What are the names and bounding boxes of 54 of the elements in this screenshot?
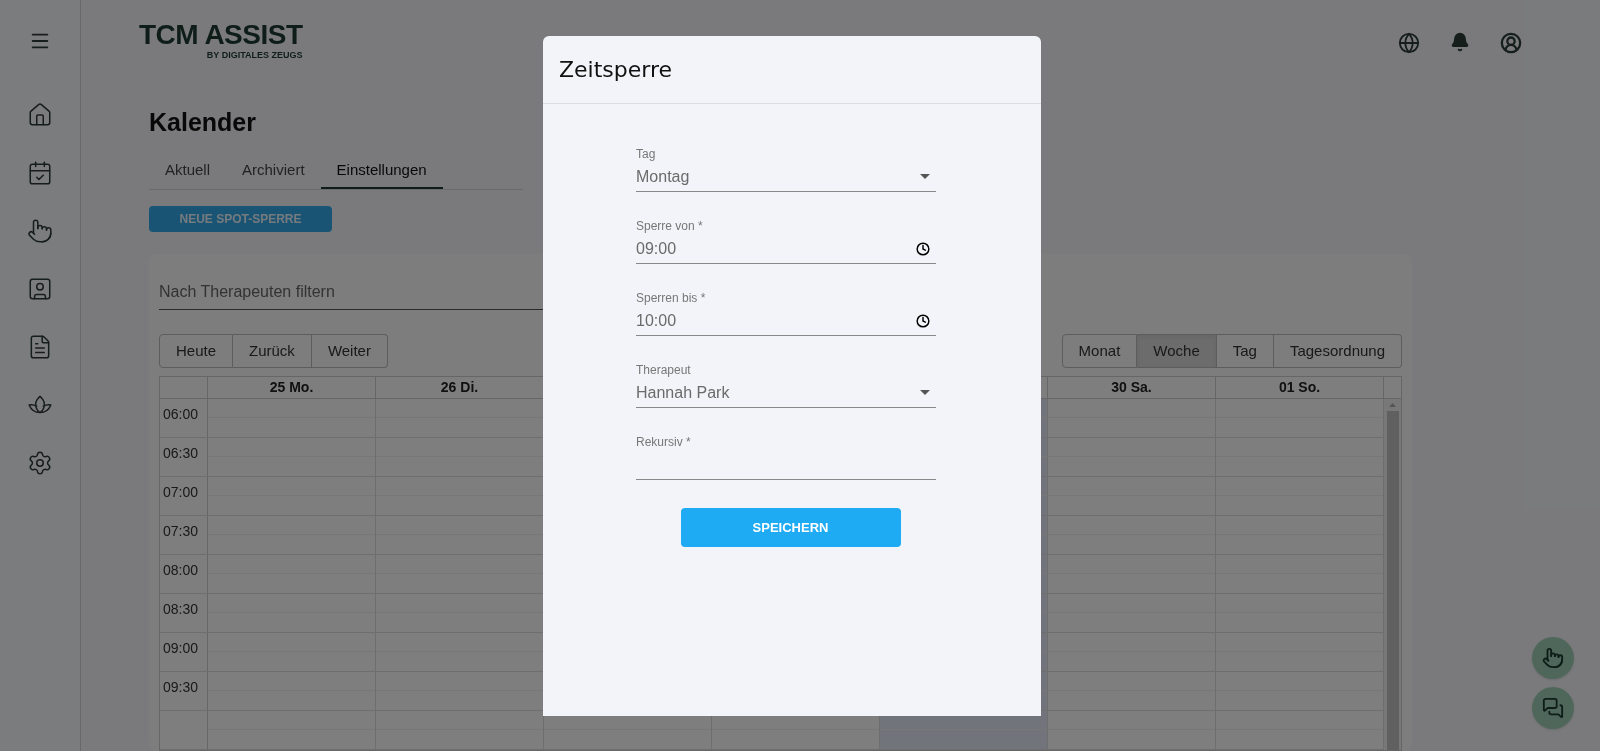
time-label: 07:00 (163, 484, 199, 500)
day-header: 01 So. (1278, 378, 1321, 397)
scrollbar[interactable] (1384, 399, 1401, 750)
contact-card-icon[interactable] (27, 276, 53, 302)
tab[interactable]: Aktuell (149, 153, 227, 189)
field-label: Sperren bis * (636, 290, 707, 306)
field-label: Rekursiv * (636, 434, 692, 450)
field-label: Sperre von * (636, 218, 704, 234)
dropdown-caret-icon (920, 174, 930, 179)
nav-button[interactable]: Weiter (311, 334, 388, 368)
view-button[interactable]: Tag (1216, 334, 1274, 368)
globe-icon[interactable] (1398, 32, 1420, 54)
settings-icon[interactable] (27, 450, 53, 476)
modal-title: Zeitsperre (559, 56, 673, 84)
therapist-filter-field[interactable]: Nach Therapeuten filtern (159, 274, 559, 310)
time-field[interactable]: 09:00 (636, 234, 936, 264)
nav-button[interactable]: Heute (159, 334, 234, 368)
user-avatar-icon[interactable] (1500, 32, 1522, 54)
day-header: 25 Mo. (269, 378, 314, 397)
home-icon[interactable] (27, 102, 53, 128)
field-label: Therapeut (636, 362, 692, 378)
dropdown-caret-icon (920, 390, 930, 395)
day-header: 26 Di. (440, 378, 479, 397)
nav-button[interactable]: Zurück (233, 334, 312, 368)
notification-bell-icon[interactable] (1450, 32, 1470, 52)
pointing-hand-icon[interactable] (27, 218, 53, 244)
time-label: 07:30 (163, 523, 199, 539)
select-field[interactable]: Hannah Park (636, 378, 936, 408)
time-label: 06:30 (163, 445, 199, 461)
time-field[interactable]: 10:00 (636, 306, 936, 336)
time-label: 08:30 (163, 601, 199, 617)
tab[interactable]: Einstellungen (320, 153, 443, 189)
save-button[interactable]: SPEICHERN (680, 508, 901, 547)
time-label: 09:00 (163, 640, 199, 656)
chat-button[interactable] (1532, 687, 1574, 729)
field-label: Tag (636, 146, 657, 162)
view-button[interactable]: Monat (1061, 334, 1138, 368)
logo-title: TCM ASSIST (139, 20, 303, 50)
calendar-check-icon[interactable] (27, 160, 53, 186)
select-field[interactable]: Montag (636, 162, 936, 192)
tab[interactable]: Archiviert (226, 153, 321, 189)
pointing-hand-button[interactable] (1532, 637, 1574, 679)
time-label: 08:00 (163, 562, 199, 578)
day-header: 30 Sa. (1111, 378, 1152, 397)
chat-icon (1542, 697, 1564, 719)
clock-icon (916, 241, 930, 256)
view-button[interactable]: Tagesordnung (1273, 334, 1402, 368)
view-button[interactable]: Woche (1137, 334, 1217, 368)
clock-icon (916, 313, 930, 328)
pointing-hand-icon (1542, 647, 1564, 669)
time-label: 09:30 (163, 679, 199, 695)
logo-subtitle: BY DIGITALES ZEUGS (206, 50, 303, 61)
time-label: 06:00 (163, 406, 199, 422)
page-title: Kalender (149, 107, 257, 137)
